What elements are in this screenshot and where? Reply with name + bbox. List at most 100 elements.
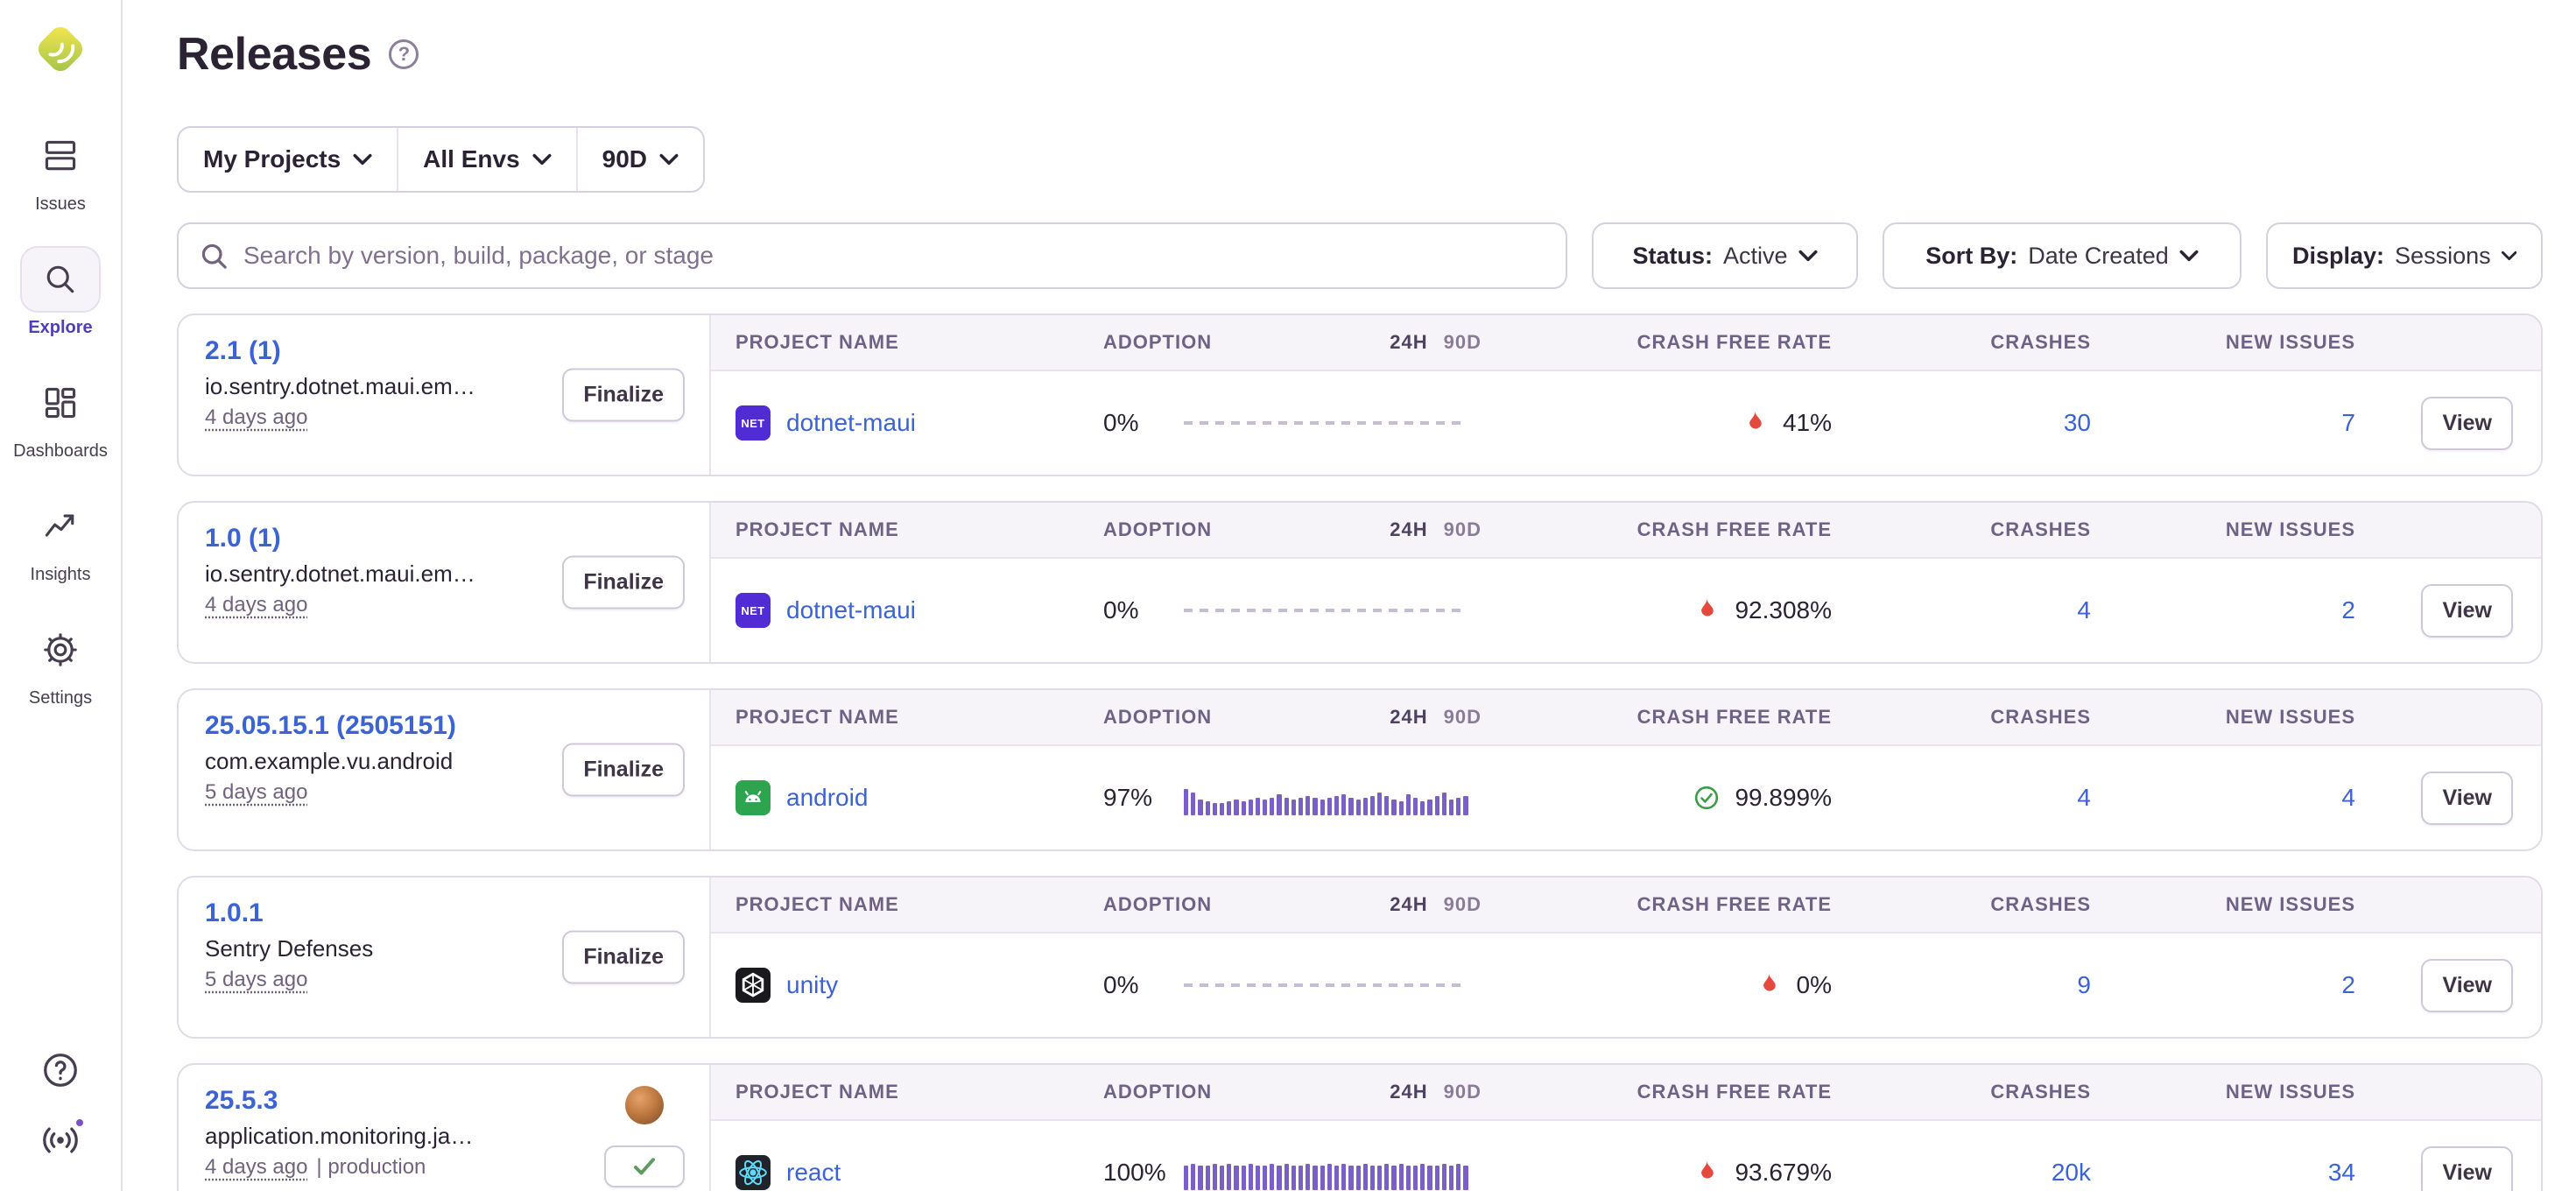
release-card: 1.0.1 Sentry Defenses 5 days ago Finaliz…	[177, 876, 2543, 1039]
releases-help-icon[interactable]: ?	[389, 39, 419, 69]
crashes-link[interactable]: 9	[1832, 971, 2091, 999]
release-package: com.example.vu.android	[205, 748, 520, 775]
flame-icon	[1741, 409, 1769, 437]
toolbar: Status: Active Sort By: Date Created Dis…	[177, 222, 2543, 289]
chart-period-90d[interactable]: 90D	[1444, 706, 1482, 729]
project-link[interactable]: dotnet-maui	[786, 409, 916, 437]
chevron-down-icon	[2502, 250, 2516, 262]
date-range-filter[interactable]: 90D	[576, 128, 703, 191]
release-table-header: PROJECT NAME ADOPTION 24H 90D CRASH FREE…	[711, 315, 2541, 371]
flame-icon	[1693, 596, 1721, 624]
release-summary: 25.05.15.1 (2505151) com.example.vu.andr…	[179, 690, 711, 849]
finalize-button[interactable]: Finalize	[562, 931, 685, 984]
column-chart-period: 24H 90D	[1184, 706, 1482, 729]
chart-period-90d[interactable]: 90D	[1444, 518, 1482, 541]
display-dropdown[interactable]: Display: Sessions	[2266, 222, 2543, 289]
new-issues-link[interactable]: 2	[2091, 596, 2355, 624]
column-project-name: PROJECT NAME	[711, 893, 1079, 916]
release-created-time: 5 days ago	[205, 780, 307, 805]
release-version-link[interactable]: 25.05.15.1 (2505151)	[205, 711, 685, 741]
chart-period-90d[interactable]: 90D	[1444, 1081, 1482, 1103]
crashes-link[interactable]: 4	[1832, 596, 2091, 624]
projects-filter[interactable]: My Projects	[179, 128, 397, 191]
new-issues-link[interactable]: 2	[2091, 971, 2355, 999]
release-table: PROJECT NAME ADOPTION 24H 90D CRASH FREE…	[711, 877, 2541, 1037]
gear-icon	[20, 617, 101, 683]
view-button[interactable]: View	[2421, 772, 2513, 825]
column-crashes: CRASHES	[1832, 706, 2091, 729]
column-crash-free-rate: CRASH FREE RATE	[1482, 893, 1832, 916]
adoption-value: 100%	[1079, 1159, 1184, 1187]
new-issues-link[interactable]: 7	[2091, 409, 2355, 437]
column-new-issues: NEW ISSUES	[2091, 331, 2355, 354]
finalize-button[interactable]: Finalize	[562, 369, 685, 422]
view-button[interactable]: View	[2421, 397, 2513, 450]
crash-free-value: 0%	[1797, 971, 1832, 999]
release-created-time: 5 days ago	[205, 968, 307, 992]
broadcast-icon[interactable]	[38, 1117, 83, 1163]
search-input[interactable]	[243, 242, 1545, 270]
chart-period-90d[interactable]: 90D	[1444, 893, 1482, 916]
crashes-link[interactable]: 4	[1832, 784, 2091, 812]
column-crash-free-rate: CRASH FREE RATE	[1482, 1081, 1832, 1103]
crashes-link[interactable]: 30	[1832, 409, 2091, 437]
crash-free-value: 92.308%	[1735, 596, 1832, 624]
sidebar-item-dashboards[interactable]: Dashboards	[4, 370, 116, 462]
status-dropdown[interactable]: Status: Active	[1592, 222, 1858, 289]
project-link[interactable]: unity	[786, 971, 838, 999]
flat-dashed-sparkline	[1184, 609, 1467, 612]
page-title: Releases	[177, 28, 371, 81]
release-card: 1.0 (1) io.sentry.dotnet.maui.em… 4 days…	[177, 501, 2543, 664]
release-version-link[interactable]: 1.0 (1)	[205, 524, 685, 553]
column-chart-period: 24H 90D	[1184, 1081, 1482, 1103]
crash-free-cell: 99.899%	[1482, 784, 1832, 812]
adoption-value: 97%	[1079, 784, 1184, 812]
dashboards-icon	[20, 370, 101, 436]
sort-by-dropdown[interactable]: Sort By: Date Created	[1883, 222, 2242, 289]
dotnet-project-icon: NET	[735, 405, 771, 440]
release-version-link[interactable]: 1.0.1	[205, 899, 685, 928]
issues-icon	[20, 123, 101, 189]
column-chart-period: 24H 90D	[1184, 518, 1482, 541]
chevron-down-icon	[1798, 250, 1818, 262]
chart-period-90d[interactable]: 90D	[1444, 331, 1482, 354]
sidebar-item-issues[interactable]: Issues	[4, 123, 116, 215]
sidebar-item-explore[interactable]: Explore	[4, 246, 116, 338]
release-version-link[interactable]: 2.1 (1)	[205, 336, 685, 366]
finalize-button[interactable]: Finalize	[562, 556, 685, 610]
avatar[interactable]	[625, 1086, 664, 1124]
new-issues-link[interactable]: 4	[2091, 784, 2355, 812]
project-link[interactable]: dotnet-maui	[786, 596, 916, 624]
adoption-value: 0%	[1079, 971, 1184, 999]
crashes-link[interactable]: 20k	[1832, 1159, 2091, 1187]
chart-period-24h[interactable]: 24H	[1390, 518, 1427, 541]
project-link[interactable]: react	[786, 1159, 841, 1187]
chart-period-24h[interactable]: 24H	[1390, 1081, 1427, 1103]
chart-period-24h[interactable]: 24H	[1390, 706, 1427, 729]
sidebar-item-insights[interactable]: Insights	[4, 493, 116, 585]
project-link[interactable]: android	[786, 784, 868, 812]
environments-filter[interactable]: All Envs	[397, 128, 575, 191]
chart-period-24h[interactable]: 24H	[1390, 893, 1427, 916]
sentry-logo[interactable]	[32, 21, 88, 77]
release-table-row: unity 0% 0% 9 2 View	[711, 934, 2541, 1037]
view-button[interactable]: View	[2421, 959, 2513, 1012]
sidebar-item-settings[interactable]: Settings	[4, 617, 116, 708]
crash-free-value: 41%	[1783, 409, 1832, 437]
finalized-check-button[interactable]	[604, 1145, 685, 1187]
adoption-chart	[1184, 934, 1482, 1037]
chart-period-24h[interactable]: 24H	[1390, 331, 1427, 354]
help-icon[interactable]	[38, 1047, 83, 1093]
view-button[interactable]: View	[2421, 1146, 2513, 1191]
adoption-chart	[1184, 371, 1482, 475]
main-content: Releases ? My Projects All Envs 90D Stat…	[123, 0, 2576, 1191]
column-new-issues: NEW ISSUES	[2091, 893, 2355, 916]
view-button[interactable]: View	[2421, 584, 2513, 638]
release-table-header: PROJECT NAME ADOPTION 24H 90D CRASH FREE…	[711, 877, 2541, 934]
column-project-name: PROJECT NAME	[711, 706, 1079, 729]
release-summary: 1.0 (1) io.sentry.dotnet.maui.em… 4 days…	[179, 503, 711, 662]
new-issues-link[interactable]: 34	[2091, 1159, 2355, 1187]
release-summary: 1.0.1 Sentry Defenses 5 days ago Finaliz…	[179, 877, 711, 1037]
project-cell: NET dotnet-maui	[711, 405, 1079, 440]
finalize-button[interactable]: Finalize	[562, 743, 685, 797]
